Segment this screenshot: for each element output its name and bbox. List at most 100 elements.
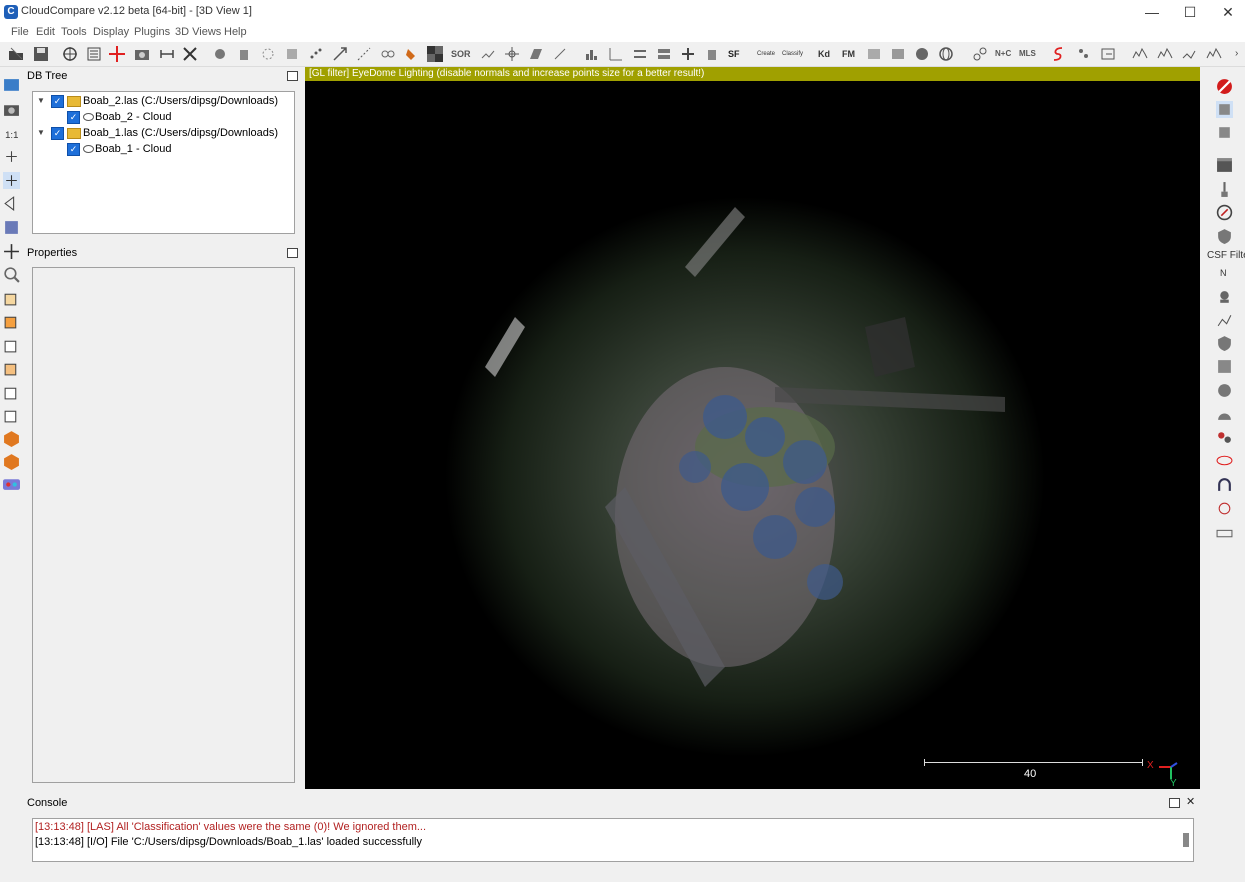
expand-arrow-icon[interactable]: ▼: [36, 125, 46, 141]
checkbox[interactable]: ✓: [51, 127, 64, 140]
object-icon[interactable]: [3, 219, 20, 236]
scatter-s-icon[interactable]: [1076, 46, 1092, 62]
panel-1-icon[interactable]: [1216, 101, 1233, 118]
db-tree-float-icon[interactable]: [287, 71, 298, 81]
cc-icon[interactable]: [380, 46, 396, 62]
compass-icon[interactable]: [1216, 204, 1233, 221]
plane-icon[interactable]: [528, 46, 544, 62]
front-iso-icon[interactable]: [3, 430, 20, 447]
checkbox[interactable]: ✓: [67, 111, 80, 124]
add-icon[interactable]: [680, 46, 696, 62]
toolbar-overflow-chevron-icon[interactable]: ›: [1235, 46, 1243, 62]
maximize-button[interactable]: ☐: [1171, 0, 1209, 24]
3d-view[interactable]: [GL filter] EyeDome Lighting (disable no…: [305, 67, 1200, 789]
crosshair-icon[interactable]: [504, 46, 520, 62]
nc-button[interactable]: N+C: [995, 46, 1013, 62]
console-close-icon[interactable]: ✕: [1186, 795, 1195, 809]
s-curve-icon[interactable]: [1050, 46, 1066, 62]
split-icon[interactable]: [552, 46, 568, 62]
compare-icon[interactable]: [632, 46, 648, 62]
csf-filter-label[interactable]: CSF Filter: [1207, 250, 1245, 261]
back-iso-icon[interactable]: [3, 453, 20, 470]
view-icon[interactable]: [3, 77, 20, 94]
subsample-icon[interactable]: [284, 46, 300, 62]
stereo-icon[interactable]: [3, 476, 20, 493]
arch-icon[interactable]: [1216, 476, 1233, 493]
menu-3d-views[interactable]: 3D Views: [175, 26, 221, 38]
perspective-icon[interactable]: [3, 195, 20, 212]
tree-row-boab2-cloud[interactable]: ✓ Boab_2 - Cloud: [33, 109, 293, 125]
kd-button[interactable]: Kd: [818, 46, 834, 62]
pick-point-icon[interactable]: [109, 46, 125, 62]
checkbox[interactable]: ✓: [67, 143, 80, 156]
console-scrollbar[interactable]: [1183, 833, 1189, 847]
delaunay-icon[interactable]: [890, 46, 906, 62]
trace-icon[interactable]: [1216, 500, 1233, 517]
properties-float-icon[interactable]: [287, 248, 298, 258]
bottom-view-icon[interactable]: [3, 407, 20, 424]
globe-icon[interactable]: [938, 46, 954, 62]
noise-icon[interactable]: [480, 46, 496, 62]
pivot-icon[interactable]: [3, 172, 20, 189]
sphere-icon[interactable]: [914, 46, 930, 62]
ellipse-icon[interactable]: [1216, 452, 1233, 469]
stamp-icon[interactable]: [1216, 289, 1233, 306]
segment-icon[interactable]: [159, 46, 175, 62]
export-icon[interactable]: [1100, 46, 1116, 62]
canupo-create-button[interactable]: Create: [757, 46, 781, 62]
zoom-icon[interactable]: [3, 266, 20, 283]
camera-icon[interactable]: [3, 101, 20, 118]
ruler-icon[interactable]: [1216, 524, 1233, 541]
brush-icon[interactable]: [1216, 181, 1233, 198]
layers-icon[interactable]: [656, 46, 672, 62]
profile-2-icon[interactable]: [1157, 46, 1173, 62]
sphere-fit-icon[interactable]: [1216, 382, 1233, 399]
canupo-classify-button[interactable]: Classify: [782, 46, 806, 62]
menu-edit[interactable]: Edit: [36, 26, 55, 38]
menu-file[interactable]: File: [11, 26, 29, 38]
film-icon[interactable]: [1216, 157, 1233, 174]
save-icon[interactable]: [33, 46, 49, 62]
snapshot-icon[interactable]: [134, 46, 150, 62]
expand-arrow-icon[interactable]: ▼: [36, 93, 46, 109]
m3c2-icon[interactable]: [1216, 311, 1233, 328]
hand-icon[interactable]: [236, 46, 252, 62]
ransac-icon[interactable]: [1216, 405, 1233, 422]
global-shift-icon[interactable]: [62, 46, 78, 62]
shield-icon[interactable]: [1216, 228, 1233, 245]
right-view-icon[interactable]: [3, 384, 20, 401]
mesh-icon[interactable]: [866, 46, 882, 62]
checkbox[interactable]: ✓: [51, 95, 64, 108]
add-point-icon[interactable]: [3, 148, 20, 165]
move-icon[interactable]: [3, 243, 20, 260]
stop-icon[interactable]: [1216, 78, 1233, 95]
left-view-icon[interactable]: [3, 337, 20, 354]
tree-row-boab1-las[interactable]: ▼ ✓ Boab_1.las (C:/Users/dipsg/Downloads…: [33, 125, 293, 141]
shield-2-icon[interactable]: [1216, 335, 1233, 352]
link-icon[interactable]: [972, 46, 988, 62]
resample-icon[interactable]: [356, 46, 372, 62]
cluster-icon[interactable]: [1216, 429, 1233, 446]
delete-icon[interactable]: [182, 46, 198, 62]
menu-tools[interactable]: Tools: [61, 26, 87, 38]
fm-button[interactable]: FM: [842, 46, 858, 62]
sor-filter-button[interactable]: SOR: [451, 46, 471, 62]
mls-button[interactable]: MLS: [1019, 46, 1037, 62]
scale-1-1-icon[interactable]: 1:1: [3, 125, 20, 142]
open-icon[interactable]: [8, 46, 24, 62]
top-view-icon[interactable]: [3, 290, 20, 307]
merge-icon[interactable]: [212, 46, 228, 62]
menu-help[interactable]: Help: [224, 26, 247, 38]
scale-icon[interactable]: [332, 46, 348, 62]
front-view-icon[interactable]: [3, 313, 20, 330]
sf-button[interactable]: SF: [728, 46, 744, 62]
close-button[interactable]: ✕: [1209, 0, 1245, 24]
back-view-icon[interactable]: [3, 360, 20, 377]
distance-icon[interactable]: [608, 46, 624, 62]
grid-icon[interactable]: [1216, 358, 1233, 375]
trash-icon[interactable]: [704, 46, 720, 62]
north-label[interactable]: N: [1220, 268, 1227, 278]
panel-2-icon[interactable]: [1216, 124, 1233, 141]
histogram-icon[interactable]: [584, 46, 600, 62]
fill-icon[interactable]: [403, 46, 419, 62]
